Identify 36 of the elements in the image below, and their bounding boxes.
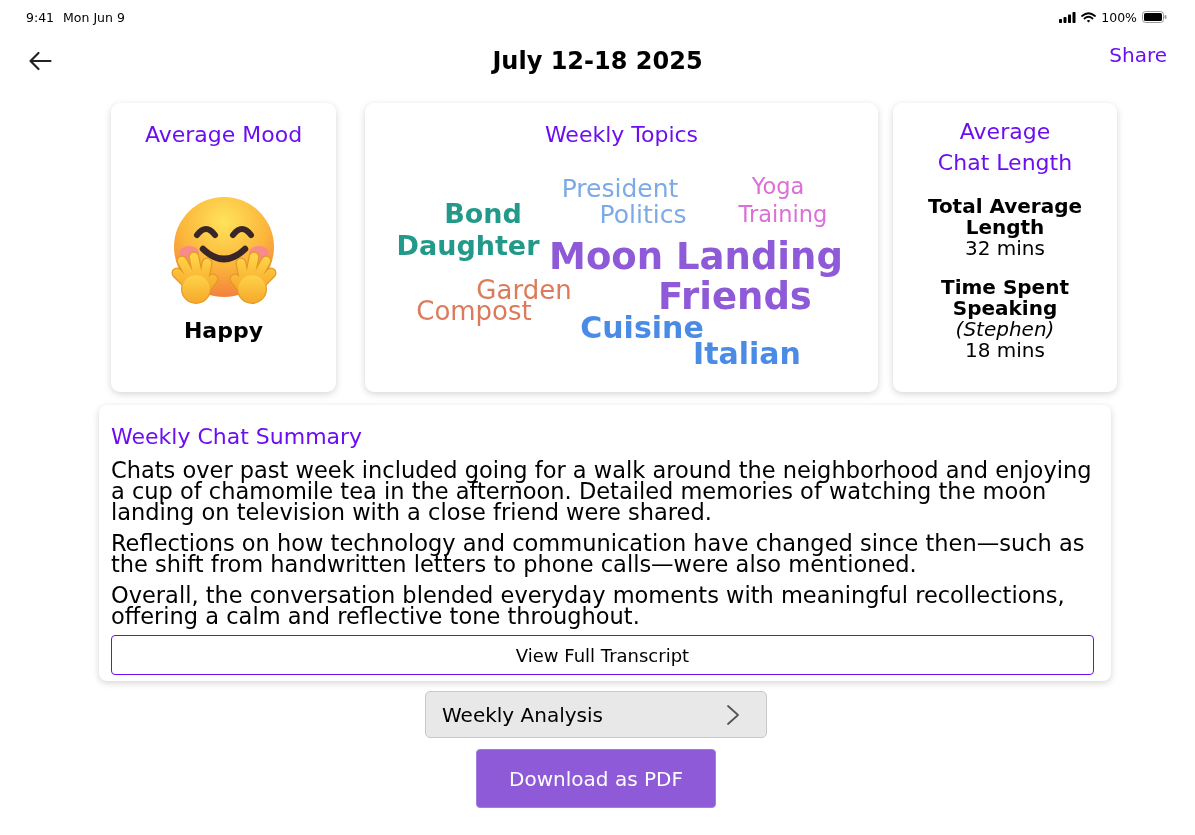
topic-word: Moon Landing	[549, 237, 843, 275]
card-title: Average Mood	[144, 121, 303, 149]
stat-label: Time Spent Speaking	[940, 277, 1070, 319]
topic-word: President	[561, 175, 679, 201]
summary-paragraph: Chats over past week included going for a walk around the neighborhood and enjoying a cup of chamomile tea in the afternoon. Detailed memories of watching the moon landing on television with a close friend were shared.	[111, 460, 1093, 523]
card-title: Weekly Topics	[544, 121, 699, 149]
page-title: July 12-18 2025	[492, 47, 703, 75]
weekly-analysis-button[interactable]: Weekly Analysis	[425, 691, 767, 738]
topic-word: Friends	[658, 277, 812, 315]
stat-value: 18 mins	[965, 340, 1045, 361]
battery-percent: 100%	[1101, 9, 1137, 25]
download-pdf-button[interactable]: Download as PDF	[476, 749, 716, 808]
topic-word: Compost	[416, 298, 532, 324]
status-time: 9:41	[26, 9, 55, 25]
signal-icon	[1059, 11, 1077, 23]
summary-paragraph: Overall, the conversation blended everyday moments with meaningful recollections, offering a calm and reflective tone throughout.	[111, 585, 1066, 627]
topic-word: Bond	[444, 199, 522, 227]
back-arrow-icon	[28, 51, 52, 71]
mood-label: Happy	[183, 318, 264, 344]
battery-icon	[1142, 11, 1167, 23]
view-transcript-button[interactable]: View Full Transcript	[111, 635, 1094, 675]
topic-word: Training	[738, 202, 828, 226]
topic-word: Daughter	[396, 231, 540, 259]
topic-word: Politics	[599, 201, 687, 227]
chevron-right-icon	[726, 703, 740, 726]
card-title: Average Chat Length	[936, 118, 1074, 177]
back-button[interactable]	[28, 51, 52, 71]
section-title: Weekly Chat Summary	[111, 424, 363, 450]
share-button[interactable]: Share	[1109, 43, 1167, 67]
stat-value: 32 mins	[965, 238, 1045, 259]
topic-word: Yoga	[751, 174, 805, 198]
status-date: Mon Jun 9	[63, 9, 125, 25]
speaker-name: (Stephen)	[955, 319, 1055, 340]
stat-label: Total Average Length	[926, 196, 1084, 238]
wifi-icon	[1081, 11, 1097, 23]
summary-paragraph: Reflections on how technology and communication have changed since then—such as the shift from handwritten letters to phone calls—were also mentioned.	[111, 533, 1086, 575]
